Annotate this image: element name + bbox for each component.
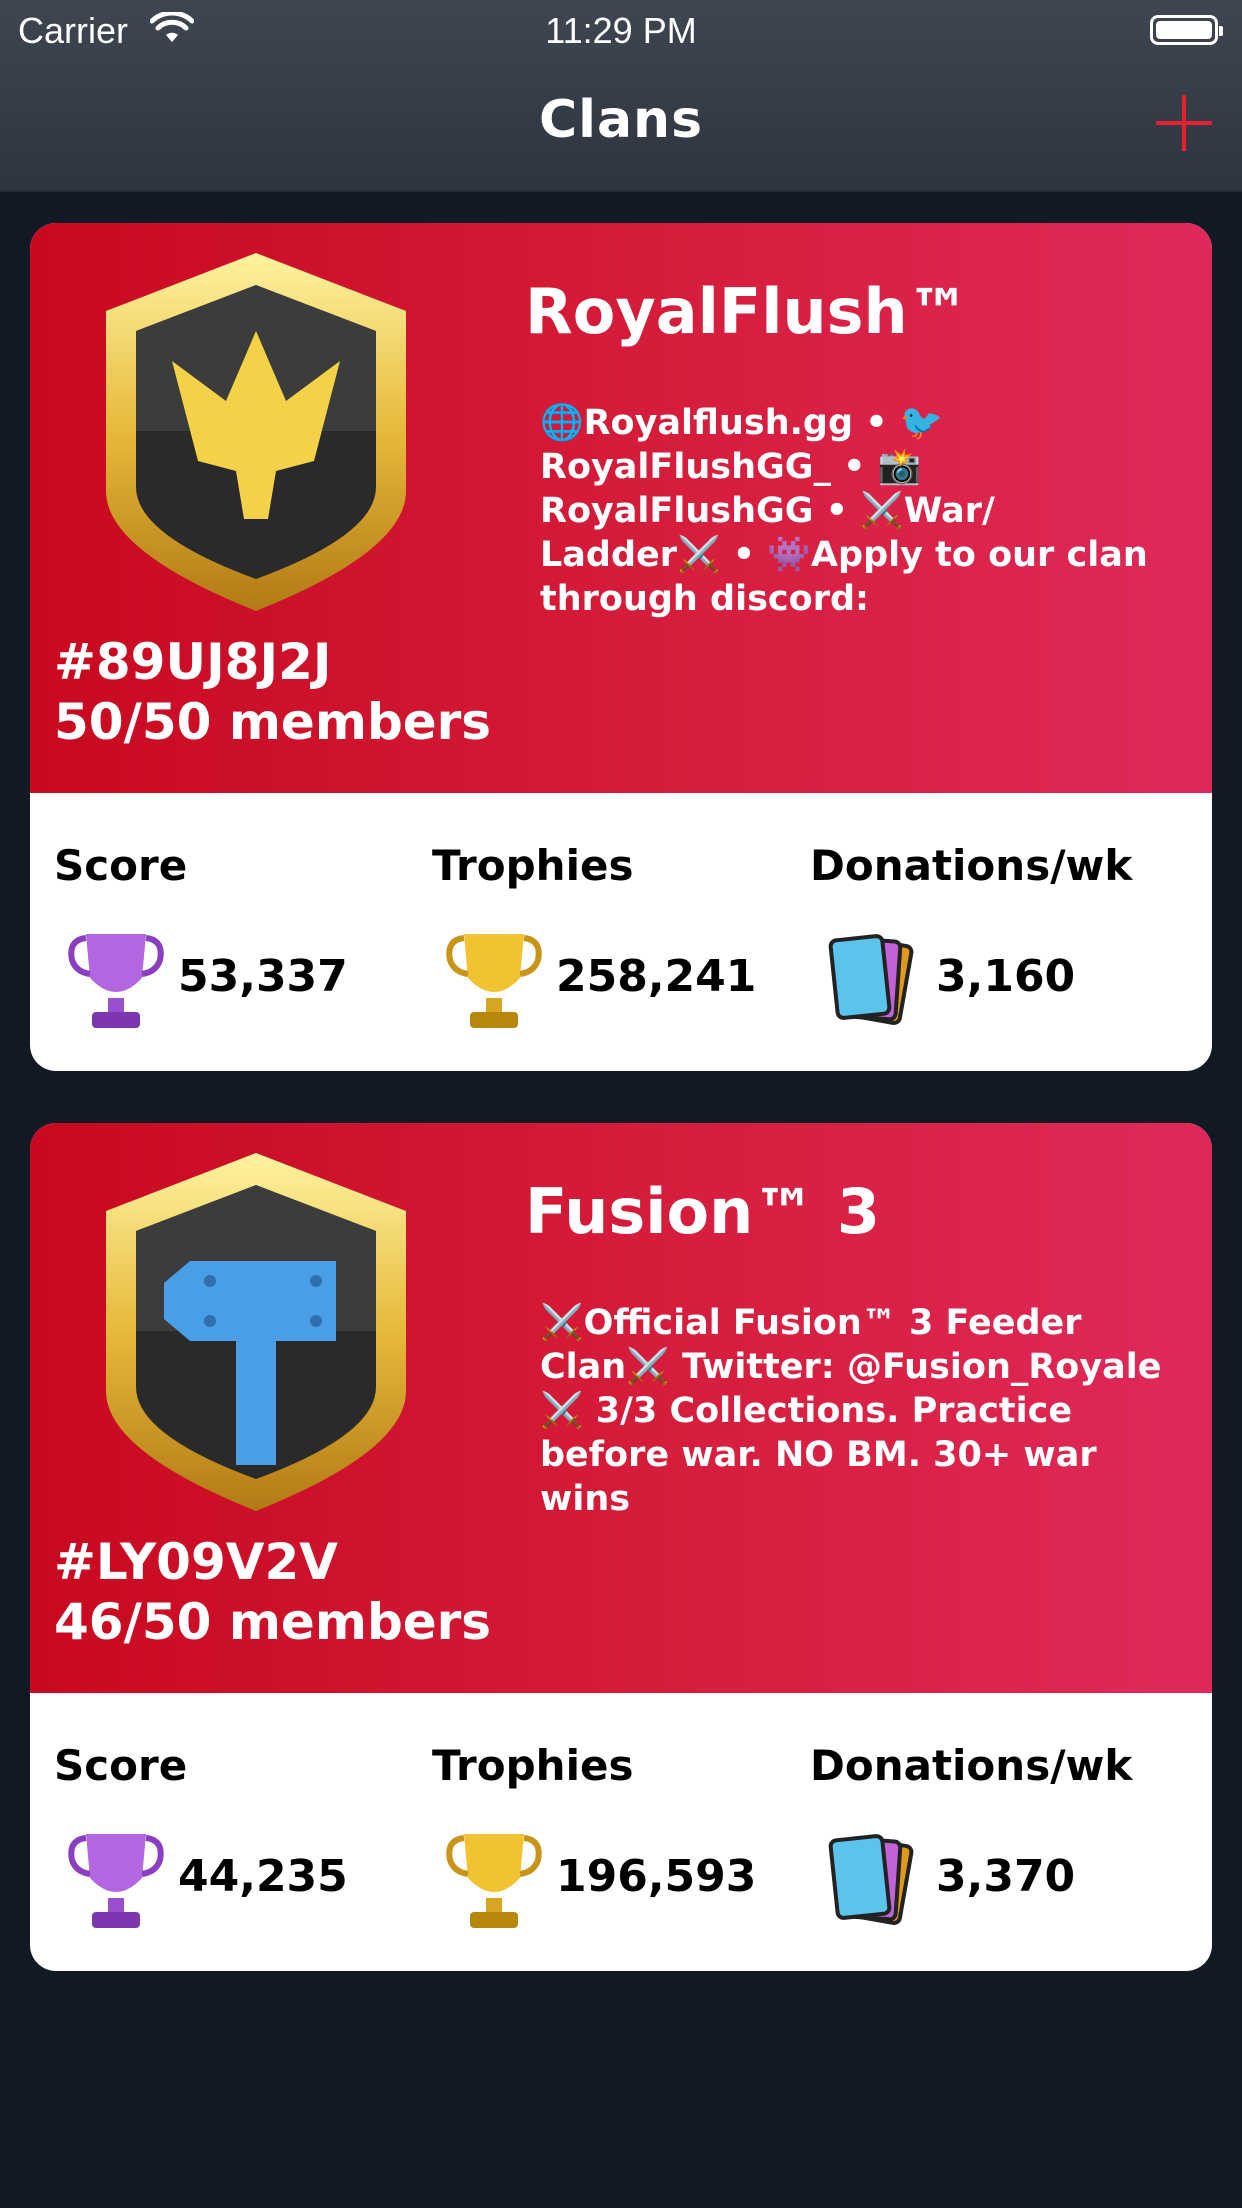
clan-description: ⚔️Official Fusion™ 3 Feeder Clan⚔️ Twitt… [540,1303,1162,1519]
donations-value: 3,160 [936,951,1076,1002]
page-title: Clans [538,90,704,150]
add-clan-button[interactable] [1156,95,1212,151]
trophies-label: Trophies [432,841,634,890]
clan-name: Fusion™ 3 [525,1175,881,1248]
gold-trophy-icon [446,1834,542,1928]
clock: 11:29 PM [545,10,697,51]
clans-screen: Carrier 11:29 PM Clans RoyalFlush™ 🌐Roya… [0,0,1242,2208]
trophies-label: Trophies [432,1741,634,1790]
score-value: 53,337 [178,951,348,1002]
clan-card[interactable]: Fusion™ 3 ⚔️Official Fusion™ 3 Feeder Cl… [30,1123,1212,1971]
cards-icon [828,934,914,1025]
trophies-value: 196,593 [556,1851,757,1902]
donations-value: 3,370 [936,1851,1076,1902]
clan-header: RoyalFlush™ 🌐Royalflush.gg • 🐦 RoyalFlus… [30,223,1212,793]
purple-trophy-icon [68,1834,164,1928]
clan-card[interactable]: RoyalFlush™ 🌐Royalflush.gg • 🐦 RoyalFlus… [30,223,1212,1071]
clan-tag: #LY09V2V [54,1533,338,1591]
clan-header: Fusion™ 3 ⚔️Official Fusion™ 3 Feeder Cl… [30,1123,1212,1693]
clan-members: 46/50 members [54,1593,492,1651]
battery-icon [1150,15,1223,45]
clan-tag: #89UJ8J2J [54,633,332,691]
clan-members: 50/50 members [54,693,492,751]
gold-trophy-icon [446,934,542,1028]
donations-label: Donations/wk [810,1741,1133,1790]
trophies-value: 258,241 [556,951,757,1002]
crown-badge-icon [106,253,406,611]
donations-label: Donations/wk [810,841,1133,890]
navigation-bar: Carrier 11:29 PM Clans [0,0,1242,192]
cards-icon [828,1834,914,1925]
score-value: 44,235 [178,1851,348,1902]
clan-name: RoyalFlush™ [525,275,970,348]
purple-trophy-icon [68,934,164,1028]
clan-description: 🌐Royalflush.gg • 🐦 RoyalFlushGG_ • 📸 Roy… [540,403,1148,619]
status-bar: Carrier 11:29 PM [0,0,1242,62]
score-label: Score [54,1741,188,1790]
score-label: Score [54,841,188,890]
hammer-badge-icon [106,1153,406,1511]
